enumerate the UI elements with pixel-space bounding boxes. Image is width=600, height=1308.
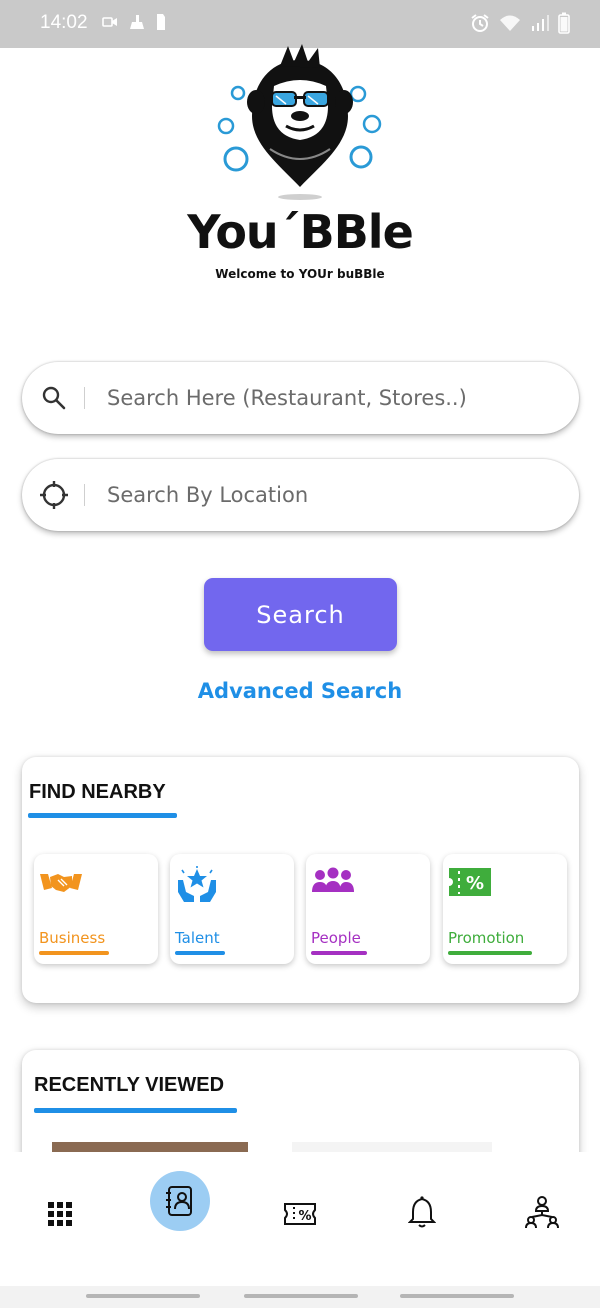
recently-viewed-title: RECENTLY VIEWED	[34, 1074, 225, 1096]
divider	[84, 387, 85, 409]
tile-label: People	[311, 929, 361, 947]
svg-text:%: %	[466, 873, 484, 894]
status-bar: 14:02	[0, 0, 600, 48]
coupon-icon[interactable]: %	[280, 1194, 320, 1234]
grid-menu-icon[interactable]	[40, 1194, 80, 1234]
tile-underline	[448, 951, 532, 955]
status-time: 14:02	[40, 12, 88, 33]
crosshair-icon	[24, 459, 84, 531]
wifi-icon	[498, 13, 522, 38]
nearby-tile-promotion[interactable]: % Promotion	[443, 854, 567, 964]
signal-icon	[530, 13, 550, 38]
tile-underline	[39, 951, 109, 955]
search-button[interactable]: Search	[204, 578, 397, 651]
sim-icon	[156, 13, 166, 36]
search-icon	[24, 362, 84, 434]
handshake-icon	[38, 866, 84, 900]
status-icons-left	[102, 13, 166, 36]
title-underline	[34, 1108, 237, 1113]
gesture-segment[interactable]	[86, 1294, 200, 1298]
divider	[84, 484, 85, 506]
bell-icon[interactable]	[402, 1192, 442, 1232]
nearby-tile-business[interactable]: Business	[34, 854, 158, 964]
cleaner-icon	[128, 14, 146, 35]
gesture-segment[interactable]	[244, 1294, 358, 1298]
search-placeholder: Search Here (Restaurant, Stores..)	[107, 386, 467, 410]
bottom-nav: %	[0, 1152, 600, 1282]
nearby-tile-people[interactable]: People	[306, 854, 430, 964]
search-input[interactable]: Search Here (Restaurant, Stores..)	[22, 362, 579, 434]
percent-ticket-icon: %	[445, 866, 493, 900]
tile-underline	[311, 951, 367, 955]
network-icon[interactable]	[522, 1192, 562, 1232]
tile-underline	[175, 951, 225, 955]
tile-label: Talent	[175, 929, 220, 947]
gesture-segment[interactable]	[400, 1294, 514, 1298]
nearby-tile-talent[interactable]: Talent	[170, 854, 294, 964]
star-hands-icon	[174, 866, 220, 902]
contacts-icon[interactable]	[150, 1171, 210, 1231]
svg-text:%: %	[298, 1209, 311, 1224]
location-input[interactable]: Search By Location	[22, 459, 579, 531]
brand-tagline: Welcome to YOUr buBBle	[215, 267, 385, 281]
advanced-search-link[interactable]: Advanced Search	[0, 679, 600, 703]
battery-icon	[558, 12, 570, 39]
status-icons-right	[470, 12, 570, 39]
tile-label: Business	[39, 929, 106, 947]
app-screen: 14:02 You´BBle Welcome to YOUr buBBle Se…	[0, 0, 600, 1308]
alarm-icon	[470, 13, 490, 38]
find-nearby-card: FIND NEARBY Business Talent People % Pro…	[22, 757, 579, 1003]
people-group-icon	[310, 866, 356, 900]
gesture-bar	[0, 1286, 600, 1308]
title-underline	[28, 813, 177, 818]
brand-name: You´BBle	[187, 205, 414, 259]
location-placeholder: Search By Location	[107, 483, 309, 507]
find-nearby-title: FIND NEARBY	[29, 781, 166, 803]
tile-label: Promotion	[448, 929, 525, 947]
video-call-icon	[102, 15, 118, 34]
